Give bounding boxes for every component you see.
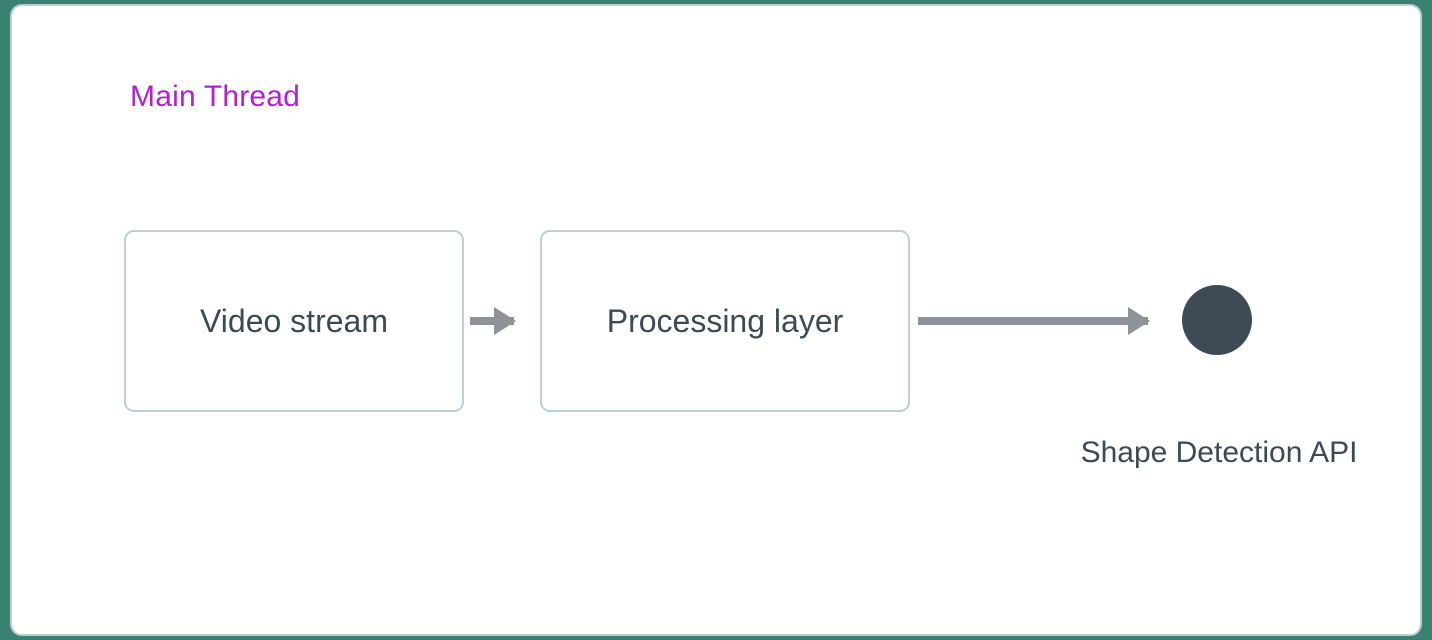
node-shape-detection-label: Shape Detection API	[1064, 436, 1374, 470]
node-video-stream: Video stream	[124, 230, 464, 412]
node-shape-detection-dot	[1182, 285, 1252, 355]
node-processing-layer: Processing layer	[540, 230, 910, 412]
node-video-stream-label: Video stream	[200, 303, 388, 340]
arrow-right-icon	[470, 317, 514, 325]
diagram-flow: Video stream Processing layer Shape Dete…	[124, 230, 1344, 416]
arrow-right-icon	[918, 317, 1148, 325]
section-title: Main Thread	[130, 80, 300, 114]
main-thread-panel: Main Thread Video stream Processing laye…	[10, 4, 1422, 636]
node-processing-layer-label: Processing layer	[607, 303, 844, 340]
